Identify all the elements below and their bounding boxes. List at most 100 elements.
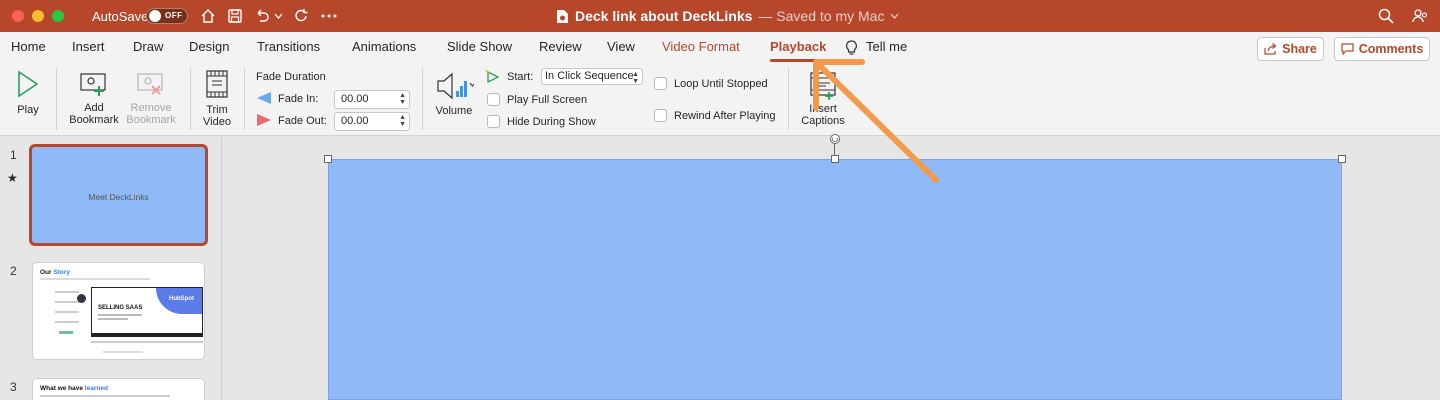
tab-view[interactable]: View [607,39,635,54]
slide-thumbnail-3[interactable]: What we have learned [32,378,205,400]
slide-3-title: What we have learned [40,385,108,392]
add-bookmark-button[interactable]: Add Bookmark [66,72,122,126]
autosave-label: AutoSave [92,9,149,24]
stepper-arrows-icon[interactable]: ▲ ▼ [399,114,406,128]
comments-button[interactable]: Comments [1334,37,1430,61]
document-name: Deck link about DeckLinks [575,8,753,24]
user-account-icon[interactable] [1410,6,1430,26]
tab-home[interactable]: Home [11,39,46,54]
window-minimize-button[interactable] [32,10,44,22]
avatar [77,294,86,303]
volume-label: Volume [435,105,473,117]
tab-video-format[interactable]: Video Format [662,39,740,54]
fade-out-icon [257,114,271,126]
play-button[interactable]: Play [12,70,44,116]
tab-insert[interactable]: Insert [72,39,105,54]
volume-icon [437,72,474,100]
fade-in-value: 00.00 [341,93,369,105]
slide-number: 3 [10,380,17,394]
ribbon-separator [190,68,191,130]
toggle-knob [149,10,161,22]
add-bookmark-label-2: Bookmark [69,114,119,126]
redo-icon[interactable] [292,6,312,26]
slide-number: 2 [10,264,17,278]
home-icon[interactable] [198,6,218,26]
tab-transitions[interactable]: Transitions [257,39,320,54]
slide-2-brand: HubSpot [169,296,194,302]
autosave-state: OFF [165,11,183,20]
comment-icon [1341,43,1354,55]
ribbon-separator [244,68,245,130]
trim-video-button[interactable]: Trim Video [198,69,236,128]
add-bookmark-icon [80,73,106,96]
rewind-after-playing-checkbox[interactable] [654,109,667,122]
more-options-icon[interactable] [319,6,339,26]
window-close-button[interactable] [12,10,24,22]
resize-handle[interactable] [831,155,839,163]
resize-handle[interactable] [1338,155,1346,163]
remove-bookmark-label-1: Remove [130,102,172,114]
play-label: Play [17,104,39,116]
trim-video-icon [206,70,228,98]
text-line [40,395,170,397]
insert-captions-button[interactable]: Insert Captions [798,70,848,127]
autosave-toggle[interactable]: OFF [146,8,188,24]
fade-out-stepper[interactable]: 00.00 ▲ ▼ [334,112,410,131]
text-line [91,341,203,343]
powerpoint-file-icon [557,9,568,23]
remove-bookmark-button[interactable]: Remove Bookmark [124,72,178,126]
rotate-handle-icon[interactable] [829,133,841,145]
volume-button[interactable]: Volume [432,71,476,117]
fade-in-icon [257,92,271,104]
slide-2-subtitle: SELLING SAAS [98,305,143,311]
stepper-arrows-icon[interactable]: ▲ ▼ [399,92,406,106]
share-button[interactable]: Share [1257,37,1324,61]
window-maximize-button[interactable] [52,10,64,22]
slide-thumbnail-1[interactable]: Meet DeckLinks [29,144,208,246]
ribbon-separator [422,68,423,130]
loop-until-stopped-checkbox[interactable] [654,77,667,90]
text-line [103,351,143,353]
tab-slide-show[interactable]: Slide Show [447,39,512,54]
start-select[interactable]: In Click Sequence ▲ ▼ [541,68,643,85]
embedded-video-preview: HubSpot SELLING SAAS [91,287,203,337]
document-title[interactable]: Deck link about DeckLinks — Saved to my … [556,8,899,24]
insert-captions-label-2: Captions [801,115,845,127]
hide-during-show-checkbox[interactable] [487,115,500,128]
loop-until-stopped-label: Loop Until Stopped [674,78,768,90]
tab-tell-me[interactable]: Tell me [866,39,907,54]
start-animation-icon [485,69,500,84]
fade-in-stepper[interactable]: 00.00 ▲ ▼ [334,90,410,109]
text-line [40,278,150,280]
selected-video-object[interactable] [328,159,1342,400]
save-icon[interactable] [225,6,245,26]
tab-draw[interactable]: Draw [133,39,163,54]
title-bar: AutoSave OFF Deck link about DeckLinks —… [0,0,1440,32]
tab-playback[interactable]: Playback [770,39,826,54]
ribbon-separator [788,68,789,130]
tab-review[interactable]: Review [539,39,582,54]
slide-number: 1 [10,148,17,162]
insert-captions-label-1: Insert [809,103,837,115]
chevron-down-icon [890,13,899,19]
play-icon [18,70,39,98]
tab-design[interactable]: Design [189,39,229,54]
trim-label-1: Trim [206,104,228,116]
slide-2-title: Our Story [40,269,70,276]
tab-animations[interactable]: Animations [352,39,416,54]
lightbulb-icon [846,40,857,55]
remove-bookmark-icon [137,73,163,95]
play-full-screen-label: Play Full Screen [507,94,588,106]
slide-thumbnail-2[interactable]: Our Story HubSpot SELLING SAAS [32,262,205,360]
share-label: Share [1282,42,1317,56]
undo-icon[interactable] [252,6,272,26]
add-bookmark-label-1: Add [84,102,104,114]
undo-dropdown-icon[interactable] [272,6,284,26]
search-icon[interactable] [1376,6,1396,26]
ribbon-separator [56,68,57,130]
comments-label: Comments [1358,42,1424,56]
ribbon-tabs: Home Insert Draw Design Transitions Anim… [0,32,1440,62]
resize-handle[interactable] [324,155,332,163]
play-full-screen-checkbox[interactable] [487,93,500,106]
fade-out-value: 00.00 [341,115,369,127]
